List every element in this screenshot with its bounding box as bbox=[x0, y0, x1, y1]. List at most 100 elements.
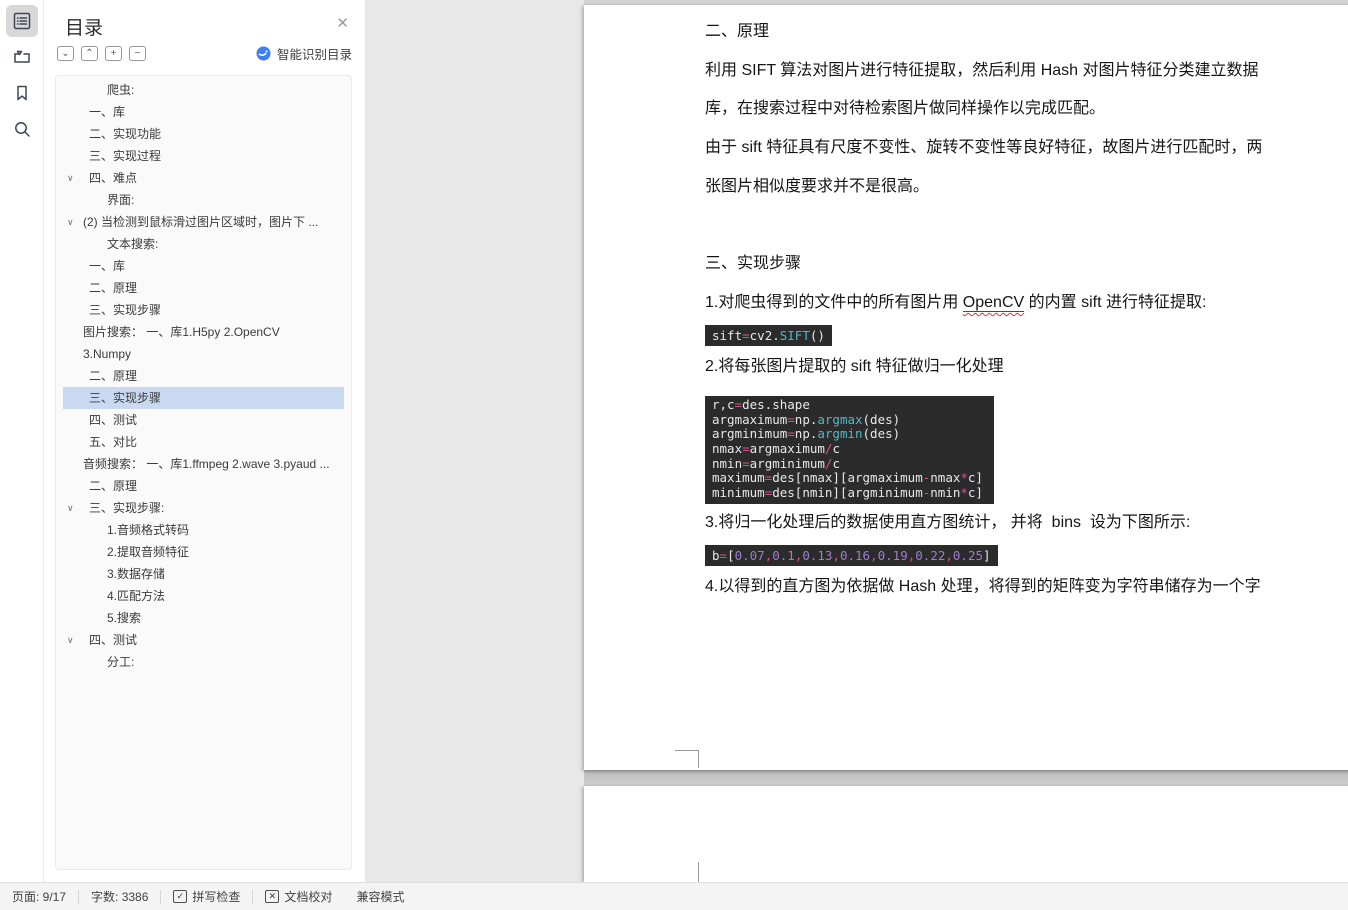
code-line: minimum=des[nmin][argminimum-nmin*c] bbox=[712, 484, 983, 500]
expand-all-button[interactable]: ⌄ bbox=[57, 46, 74, 61]
toc-item[interactable]: 爬虫: bbox=[63, 79, 344, 101]
toc-item[interactable]: 4.匹配方法 bbox=[63, 585, 344, 607]
code-line: sift=cv2.SIFT() bbox=[712, 327, 825, 343]
toc-item[interactable]: 一、库 bbox=[63, 101, 344, 123]
toc-item-selected[interactable]: 三、实现步骤 bbox=[63, 387, 344, 409]
toc-item[interactable]: 音频搜索： 一、库1.ffmpeg 2.wave 3.pyaud ... bbox=[63, 453, 344, 475]
toc-item[interactable]: 分工: bbox=[63, 651, 344, 673]
toc-item-label: 三、实现步骤 bbox=[89, 303, 162, 317]
toc-item-label: 图片搜索： 一、库1.H5py 2.OpenCV bbox=[83, 325, 280, 339]
chevron-down-icon[interactable]: ∨ bbox=[67, 167, 74, 189]
toc-toolbar: ⌄ ⌃ + − 智能识别目录 bbox=[57, 45, 352, 62]
doc-content: 二、原理 利用 SIFT 算法对图片进行特征提取，然后利用 Hash 对图片特征分… bbox=[705, 5, 1280, 607]
code-line: maximum=des[nmax][argmaximum-nmax*c] bbox=[712, 470, 983, 486]
chevron-down-icon[interactable]: ∨ bbox=[67, 497, 74, 519]
toc-item-label: 二、原理 bbox=[89, 479, 138, 493]
code-line: argminimum=np.argmin(des) bbox=[712, 426, 901, 442]
spellcheck-icon: ✓ bbox=[173, 890, 188, 903]
page-gap bbox=[584, 770, 1348, 786]
toc-item[interactable]: 四、测试 bbox=[63, 409, 344, 431]
bookmark-icon bbox=[16, 85, 27, 101]
proofread-button[interactable]: ✕ 文档校对 bbox=[253, 888, 344, 905]
toc-item[interactable]: ∨ 四、难点 bbox=[63, 167, 344, 189]
doc-line: 4.以得到的直方图为依据做 Hash 处理，将得到的矩阵变为字符串储存为一个字 bbox=[705, 578, 1261, 596]
toc-item[interactable]: 3.Numpy bbox=[63, 343, 344, 365]
toc-item[interactable]: 三、实现步骤 bbox=[63, 299, 344, 321]
toc-rail-button[interactable] bbox=[5, 5, 38, 37]
toc-item-label: (2) 当检测到鼠标滑过图片区域时，图片下 ... bbox=[83, 215, 319, 229]
code-snippet: b=[0.07,0.1,0.13,0.16,0.19,0.22,0.25] bbox=[705, 545, 998, 567]
text-boundary-mark-top bbox=[698, 862, 699, 882]
toc-item[interactable]: 三、实现过程 bbox=[63, 145, 344, 167]
toc-item[interactable]: 五、对比 bbox=[63, 431, 344, 453]
toc-item[interactable]: 二、原理 bbox=[63, 277, 344, 299]
toc-item-label: 四、测试 bbox=[89, 413, 138, 427]
toc-tree[interactable]: 爬虫: 一、库 二、实现功能 三、实现过程 ∨ 四、难点 界面: ∨ (2) 当检测到鼠标滑过图… bbox=[55, 75, 352, 870]
chapter-nav-icon bbox=[13, 50, 30, 63]
doc-line: 利用 SIFT 算法对图片进行特征提取，然后利用 Hash 对图片特征分类建立数… bbox=[705, 61, 1259, 79]
toc-item-label: 3.数据存储 bbox=[107, 567, 166, 581]
document-page-9[interactable]: 二、原理 利用 SIFT 算法对图片进行特征提取，然后利用 Hash 对图片特征分… bbox=[584, 5, 1348, 770]
toc-item[interactable]: ∨ 四、测试 bbox=[63, 629, 344, 651]
toc-item[interactable]: 5.搜索 bbox=[63, 607, 344, 629]
toc-item-label: 一、库 bbox=[89, 105, 126, 119]
code-line: r,c=des.shape bbox=[712, 397, 810, 413]
toc-item-label: 爬虫: bbox=[107, 83, 135, 97]
toc-item-label: 二、原理 bbox=[89, 281, 138, 295]
toc-item[interactable]: ∨ 三、实现步骤: bbox=[63, 497, 344, 519]
text-boundary-mark-bottom bbox=[675, 750, 699, 768]
smart-recognize-toc-label: 智能识别目录 bbox=[276, 48, 352, 62]
chapter-nav-rail-button[interactable] bbox=[6, 41, 38, 73]
chevron-up-icon: ⌃ bbox=[85, 47, 94, 59]
doc-line: 张图片相似度要求并不是很高。 bbox=[705, 177, 930, 195]
toc-item-label: 四、测试 bbox=[89, 633, 138, 647]
toc-item-label: 三、实现步骤 bbox=[89, 391, 162, 405]
toc-item[interactable]: 二、原理 bbox=[63, 365, 344, 387]
toc-item[interactable]: ∨ (2) 当检测到鼠标滑过图片区域时，图片下 ... bbox=[63, 211, 344, 233]
toc-item[interactable]: 界面: bbox=[63, 189, 344, 211]
toc-item-label: 文本搜索: bbox=[107, 237, 159, 251]
toc-item[interactable]: 3.数据存储 bbox=[63, 563, 344, 585]
close-icon[interactable]: ✕ bbox=[336, 16, 349, 31]
toc-item-label: 2.提取音频特征 bbox=[107, 545, 190, 559]
toc-item-label: 二、实现功能 bbox=[89, 127, 162, 141]
compat-mode-button[interactable]: 兼容模式 bbox=[344, 888, 416, 905]
toc-item[interactable]: 文本搜索: bbox=[63, 233, 344, 255]
toc-item[interactable]: 2.提取音频特征 bbox=[63, 541, 344, 563]
toc-item-label: 5.搜索 bbox=[107, 611, 142, 625]
bookmark-rail-button[interactable] bbox=[6, 77, 38, 109]
spellcheck-button[interactable]: ✓ 拼写检查 bbox=[161, 888, 252, 905]
compat-mode-label: 兼容模式 bbox=[356, 890, 405, 904]
status-bar: 页面: 9/17 字数: 3386 ✓ 拼写检查 ✕ 文档校对 兼容模式 bbox=[0, 882, 1348, 910]
zoom-in-button[interactable]: + bbox=[105, 46, 122, 61]
code-line: argmaximum=np.argmax(des) bbox=[712, 411, 901, 427]
toc-item[interactable]: 二、实现功能 bbox=[63, 123, 344, 145]
code-line: nmin=argminimum/c bbox=[712, 455, 840, 471]
toc-item-label: 五、对比 bbox=[89, 435, 138, 449]
chevron-down-icon[interactable]: ∨ bbox=[67, 629, 74, 651]
toc-item[interactable]: 一、库 bbox=[63, 255, 344, 277]
toc-item-label: 一、库 bbox=[89, 259, 126, 273]
spellcheck-label: 拼写检查 bbox=[192, 890, 241, 904]
plus-icon: + bbox=[110, 47, 117, 59]
search-rail-button[interactable] bbox=[6, 113, 38, 145]
minus-icon: − bbox=[134, 47, 141, 59]
search-icon bbox=[14, 122, 30, 137]
toc-item-label: 音频搜索： 一、库1.ffmpeg 2.wave 3.pyaud ... bbox=[83, 457, 330, 471]
chevron-down-icon[interactable]: ∨ bbox=[67, 211, 74, 233]
smart-recognize-toc-button[interactable]: 智能识别目录 bbox=[256, 44, 352, 63]
proofread-label: 文档校对 bbox=[284, 890, 333, 904]
doc-blank-line bbox=[705, 206, 1280, 245]
toc-item-label: 1.音频格式转码 bbox=[107, 523, 190, 537]
toc-item-label: 四、难点 bbox=[89, 171, 138, 185]
toc-item[interactable]: 1.音频格式转码 bbox=[63, 519, 344, 541]
zoom-out-button[interactable]: − bbox=[129, 46, 146, 61]
doc-line: 由于 sift 特征具有尺度不变性、旋转不变性等良好特征，故图片进行匹配时，两 bbox=[705, 139, 1263, 157]
toc-outline-icon bbox=[13, 12, 30, 30]
left-icon-rail bbox=[0, 0, 44, 882]
toc-item[interactable]: 二、原理 bbox=[63, 475, 344, 497]
toc-item-label: 分工: bbox=[107, 655, 135, 669]
collapse-all-button[interactable]: ⌃ bbox=[81, 46, 98, 61]
toc-item[interactable]: 图片搜索： 一、库1.H5py 2.OpenCV bbox=[63, 321, 344, 343]
document-canvas: 二、原理 利用 SIFT 算法对图片进行特征提取，然后利用 Hash 对图片特征分… bbox=[365, 0, 1348, 882]
